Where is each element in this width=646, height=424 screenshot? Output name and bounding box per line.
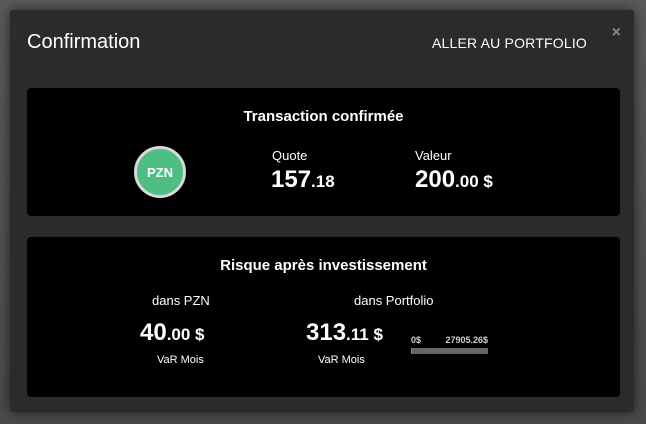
value-label: Valeur [415,148,452,163]
goto-portfolio-link[interactable]: ALLER AU PORTFOLIO [432,35,587,51]
quote-dec: .18 [311,172,335,191]
portfolio-risk-int: 313 [306,319,347,346]
ticker-badge: PZN [134,146,186,198]
close-icon[interactable]: × [612,24,621,42]
risk-title: Risque après investissement [220,257,427,274]
var-scale-max: 27905.26$ [445,335,488,345]
portfolio-risk-label: dans Portfolio [354,293,434,308]
value-dec: .00 $ [455,172,493,191]
quote-value: 157.18 [271,166,335,194]
pzn-var-label: VaR Mois [157,354,204,366]
var-scale-min: 0$ [411,335,422,345]
transaction-title: Transaction confirmée [243,108,404,125]
modal-title: Confirmation [27,31,141,53]
var-scale-bar [411,348,488,354]
pzn-risk-label: dans PZN [152,293,210,308]
pzn-risk-dec: .00 $ [166,325,205,344]
value-int: 200 [415,166,456,193]
portfolio-var-label: VaR Mois [318,354,365,366]
var-scale: 0$ 27905.26$ [411,335,488,354]
quote-label: Quote [272,148,308,163]
portfolio-risk-dec: .11 $ [346,325,383,344]
pzn-risk-value: 40.00 $ [140,319,205,347]
quote-int: 157 [271,166,312,193]
value-amount: 200.00 $ [415,166,493,194]
portfolio-risk-value: 313.11 $ [306,319,383,347]
pzn-risk-int: 40 [140,319,167,346]
var-scale-labels: 0$ 27905.26$ [411,335,488,345]
transaction-panel: Transaction confirmée PZN Quote 157.18 V… [27,88,620,216]
risk-panel: Risque après investissement dans PZN 40.… [27,237,620,397]
var-scale-fill [411,348,412,354]
confirmation-modal: Confirmation ALLER AU PORTFOLIO × Transa… [10,10,634,412]
